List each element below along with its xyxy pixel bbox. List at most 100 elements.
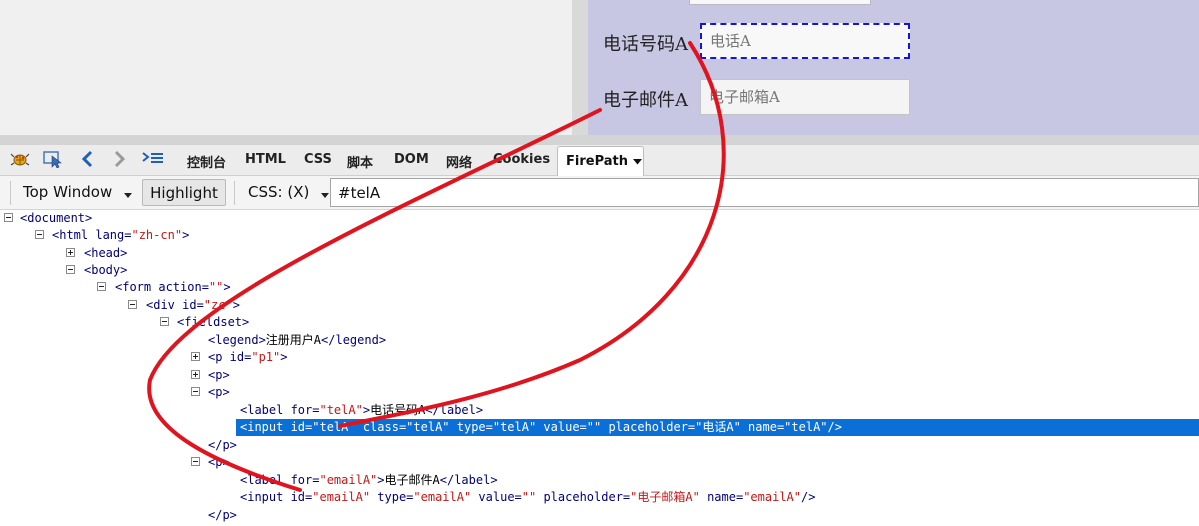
tab-cookies[interactable]: Cookies: [493, 152, 550, 167]
previous-input-stub[interactable]: [689, 0, 871, 5]
tag-text: >: [182, 228, 190, 242]
tree-row-document[interactable]: <document>: [0, 210, 1199, 227]
attr-value: "zh-cn": [131, 228, 183, 242]
attr-value: "zc": [203, 298, 233, 312]
tab-script[interactable]: 脚本: [347, 152, 373, 171]
tab-dom[interactable]: DOM: [394, 152, 429, 167]
node-div: <div id="zc">: [146, 297, 240, 314]
node-legend: <legend>注册用户A</legend>: [208, 332, 386, 349]
firepath-toolbar: Top Window Highlight CSS: (X): [0, 176, 1199, 210]
tag-text: <html lang=: [52, 228, 132, 242]
selector-input[interactable]: [330, 178, 1199, 207]
tree-row-p1[interactable]: <p id="p1">: [0, 349, 1199, 366]
node-form: <form action="">: [115, 279, 231, 296]
tree-row-form[interactable]: <form action="">: [0, 279, 1199, 296]
tab-firepath-label: FirePath: [566, 154, 628, 169]
expand-toggle[interactable]: [191, 370, 200, 379]
collapse-toggle[interactable]: [66, 265, 75, 274]
firebug-bug-icon[interactable]: [8, 145, 32, 173]
node-p: <p>: [208, 385, 230, 399]
tag-text: </label>: [425, 403, 484, 417]
tag-text: <form action=: [115, 280, 209, 294]
tree-row-body[interactable]: <body>: [0, 262, 1199, 279]
tab-firepath[interactable]: FirePath: [557, 146, 644, 176]
tag-text: type=: [370, 490, 414, 504]
tree-row-p-end[interactable]: </p>: [0, 437, 1199, 454]
dropdown-arrow-icon: [321, 184, 330, 202]
back-arrow-icon[interactable]: [78, 145, 98, 173]
selector-type-label: CSS: (X): [248, 183, 310, 201]
tab-console[interactable]: 控制台: [187, 152, 226, 171]
tag-text: <legend>: [208, 333, 266, 347]
attr-value: "电子邮箱A": [630, 490, 700, 504]
tree-row-head[interactable]: <head>: [0, 245, 1199, 262]
tree-row-fieldset[interactable]: <fieldset>: [0, 314, 1199, 331]
node-label-email: <label for="emailA">电子邮件A</label>: [240, 472, 498, 489]
tree-row-legend[interactable]: <legend>注册用户A</legend>: [0, 332, 1199, 349]
tag-text: <p id=: [208, 350, 252, 364]
tab-html[interactable]: HTML: [245, 152, 286, 167]
node-p: <p>: [208, 455, 230, 469]
tag-text: <label for=: [240, 473, 320, 487]
splitter-bar[interactable]: [0, 135, 1199, 145]
inspect-pointer-icon[interactable]: [42, 145, 66, 173]
collapse-toggle[interactable]: [160, 317, 169, 326]
tree-row-label-tel[interactable]: <label for="telA">电话号码A</label>: [0, 402, 1199, 419]
dom-tree-panel: <document> <html lang="zh-cn"> <head> <b…: [0, 210, 1199, 526]
tree-row-label-email[interactable]: <label for="emailA">电子邮件A</label>: [0, 472, 1199, 489]
node-p1: <p id="p1">: [208, 349, 288, 366]
node-p-end: </p>: [208, 438, 237, 452]
tag-text: name=: [699, 490, 744, 504]
attr-value: "": [521, 490, 537, 504]
email-label: 电子邮件A: [603, 90, 688, 111]
command-line-icon[interactable]: [140, 145, 166, 173]
tel-input[interactable]: [700, 23, 910, 59]
attr-value: "telA": [319, 403, 363, 417]
tab-css[interactable]: CSS: [304, 152, 332, 167]
page-preview-gutter: [572, 0, 588, 135]
tag-text: >: [377, 473, 385, 487]
tree-row-p-tel[interactable]: <p>: [0, 384, 1199, 401]
node-label-tel: <label for="telA">电话号码A</label>: [240, 402, 483, 419]
collapse-toggle[interactable]: [35, 230, 44, 239]
expand-toggle[interactable]: [191, 352, 200, 361]
tree-row-input-email[interactable]: <input id="emailA" type="emailA" value="…: [0, 489, 1199, 506]
tree-row-p-email[interactable]: <p>: [0, 454, 1199, 471]
collapse-toggle[interactable]: [97, 282, 106, 291]
tree-row-input-tel-selected[interactable]: <input id="telA" class="telA" type="telA…: [236, 419, 1199, 436]
attr-value: "emailA": [743, 490, 801, 504]
tag-text: </label>: [439, 473, 498, 487]
toolbar-separator: [234, 181, 235, 205]
email-input[interactable]: [700, 79, 910, 115]
dropdown-arrow-icon: [633, 154, 642, 169]
tag-text: >: [223, 280, 231, 294]
frame-selector[interactable]: Top Window: [23, 183, 133, 202]
collapse-toggle[interactable]: [4, 213, 13, 222]
node-fieldset: <fieldset>: [177, 315, 250, 329]
collapse-toggle[interactable]: [191, 457, 200, 466]
tree-row-div[interactable]: <div id="zc">: [0, 297, 1199, 314]
highlight-button[interactable]: Highlight: [142, 179, 226, 206]
attr-value: "": [208, 280, 224, 294]
tag-text: placeholder=: [536, 490, 631, 504]
node-p: <p>: [208, 368, 230, 382]
text-content: 注册用户A: [265, 333, 322, 347]
tab-net[interactable]: 网络: [446, 152, 472, 171]
tree-row-html[interactable]: <html lang="zh-cn">: [0, 227, 1199, 244]
tree-row-p-end[interactable]: </p>: [0, 507, 1199, 524]
firebug-tab-bar: 控制台 HTML CSS 脚本 DOM 网络 Cookies FirePath: [0, 145, 1199, 176]
collapse-toggle[interactable]: [128, 300, 137, 309]
selector-type-dropdown[interactable]: CSS: (X): [248, 183, 330, 202]
tag-text: value=: [471, 490, 522, 504]
collapse-toggle[interactable]: [191, 387, 200, 396]
attr-value: "emailA": [319, 473, 378, 487]
expand-toggle[interactable]: [66, 248, 75, 257]
tag-text: >: [280, 350, 288, 364]
dropdown-arrow-icon: [124, 184, 133, 202]
text-content: 电话号码A: [370, 403, 426, 417]
tree-row-p[interactable]: <p>: [0, 367, 1199, 384]
forward-arrow-icon[interactable]: [109, 145, 129, 173]
node-body: <body>: [84, 263, 128, 277]
frame-selector-label: Top Window: [23, 183, 113, 201]
text-content: 电子邮件A: [384, 473, 440, 487]
